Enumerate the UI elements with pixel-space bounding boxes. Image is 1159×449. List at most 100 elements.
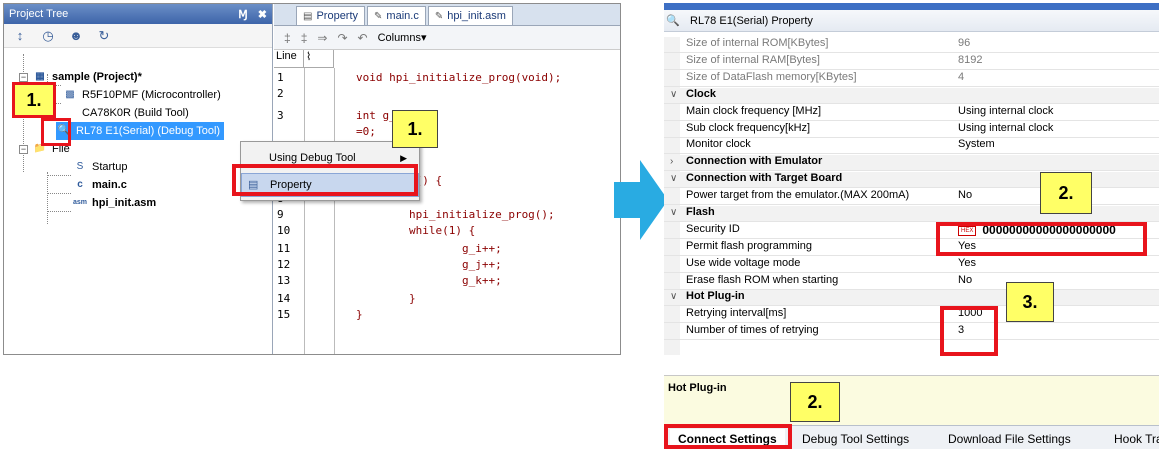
tree-item-microcontroller[interactable]: ▩ R5F10PMF (Microcontroller) (62, 86, 221, 104)
code-line: 1 void hpi_initialize_prog(void); (274, 71, 620, 85)
project-tree-toolbar: ↕ ◷ ☻ ↻ (4, 24, 272, 48)
code-line: 9 hpi_initialize_prog(); (274, 208, 620, 222)
line-number: 3 (277, 109, 284, 122)
chevron-down-icon[interactable]: ∨ (670, 207, 677, 218)
code-text: hpi_initialize_prog(); (356, 208, 555, 221)
undo-icon[interactable]: ↶ (358, 31, 368, 45)
property-value[interactable]: No (958, 189, 972, 201)
description-panel: Hot Plug-in (664, 375, 1159, 425)
tree-item-label: main.c (92, 179, 127, 191)
property-value[interactable]: Yes (958, 257, 976, 269)
tree-expander[interactable]: − (19, 73, 28, 82)
pin-icon[interactable]: Ɱ (238, 8, 248, 21)
property-value[interactable]: Using internal clock (958, 105, 1053, 117)
code-text: =0; (356, 125, 376, 138)
tab-debug-tool-settings[interactable]: Debug Tool Settings (794, 429, 917, 449)
editor-toolbar: ‡ ‡ ⇒ ↷ ↶ Columns▾ (274, 26, 620, 50)
code-text: g_k++; (356, 274, 502, 287)
line-number: 1 (277, 71, 284, 84)
property-category[interactable]: ∨ Hot Plug-in (664, 290, 1159, 306)
tab-label: Property (316, 10, 359, 22)
tab-hook-transaction-settings[interactable]: Hook Tra (1106, 429, 1159, 449)
chevron-down-icon[interactable]: ∨ (670, 89, 677, 100)
user-icon[interactable]: ☻ (68, 28, 84, 43)
property-row[interactable]: Use wide voltage mode Yes (664, 257, 1159, 273)
property-value[interactable]: System (958, 138, 995, 150)
tree-item-startup[interactable]: S Startup (72, 158, 128, 176)
property-row[interactable]: Size of DataFlash memory[KBytes] 4 (664, 71, 1159, 87)
property-row[interactable]: Size of internal RAM[Bytes] 8192 (664, 54, 1159, 70)
tree-expander[interactable]: − (19, 145, 28, 154)
highlight-property-menu (232, 164, 418, 196)
tab-main-c[interactable]: ✎ main.c (367, 6, 426, 25)
project-tree-header: Project Tree Ɱ ✖ (4, 4, 272, 24)
tree-item-label: CA78K0R (Build Tool) (82, 107, 189, 119)
property-name: Use wide voltage mode (686, 257, 801, 269)
property-value[interactable]: 96 (958, 37, 970, 49)
property-row[interactable]: Main clock frequency [MHz] Using internal… (664, 105, 1159, 121)
tree-item-hpi-init-asm[interactable]: asm hpi_init.asm (72, 194, 156, 212)
columns-dropdown[interactable]: Columns▾ (378, 31, 427, 44)
tree-item-main-c[interactable]: c main.c (72, 176, 127, 194)
code-text: int g_ (356, 109, 396, 122)
property-row[interactable]: Size of internal ROM[KBytes] 96 (664, 37, 1159, 53)
tree-item-label: R5F10PMF (Microcontroller) (82, 89, 221, 101)
redo-icon[interactable]: ↷ (337, 31, 347, 45)
property-category[interactable]: › Connection with Emulator (664, 155, 1159, 171)
code-line: =0; (274, 125, 620, 139)
panel-title-bar (664, 3, 1159, 10)
tree-item-debug-tool[interactable]: 🔍 RL78 E1(Serial) (Debug Tool) (56, 122, 225, 140)
tab-property[interactable]: ▤ Property (296, 6, 366, 25)
property-name: Power target from the emulator.(MAX 200m… (686, 189, 910, 201)
property-row[interactable]: Monitor clock System (664, 138, 1159, 154)
code-line: 12 g_j++; (274, 258, 620, 272)
bookmark-icon[interactable]: ‡ (284, 31, 291, 45)
callout-step-2: 2. (790, 382, 840, 422)
chevron-down-icon[interactable]: ∨ (670, 173, 677, 184)
property-row[interactable]: Erase flash ROM when starting No (664, 274, 1159, 290)
property-value[interactable]: Using internal clock (958, 122, 1053, 134)
forward-icon[interactable]: ⇒ (317, 31, 327, 45)
tree-item-label: Startup (92, 161, 128, 173)
close-icon[interactable]: ✖ (258, 8, 267, 21)
clock-icon[interactable]: ◷ (40, 28, 56, 44)
line-number: 14 (277, 292, 291, 305)
code-text: while(1) { (356, 224, 476, 237)
property-row[interactable]: Sub clock frequency[kHz] Using internal c… (664, 122, 1159, 138)
project-tree-list: − ▦ sample (Project)* ▩ R5F10PMF (Microc… (4, 48, 272, 224)
refresh-icon[interactable]: ↻ (96, 28, 112, 44)
property-category[interactable]: ∨ Clock (664, 88, 1159, 104)
line-number: 10 (277, 224, 291, 237)
property-name: Permit flash programming (686, 240, 812, 252)
property-panel-header: 🔍 RL78 E1(Serial) Property (664, 10, 1159, 32)
property-name: Retrying interval[ms] (686, 307, 787, 319)
property-name: Monitor clock (686, 138, 751, 150)
callout-step-1: 1. (12, 82, 56, 118)
line-number: 11 (277, 242, 291, 255)
property-row[interactable]: Number of times of retrying 3 (664, 324, 1159, 340)
tab-download-file-settings[interactable]: Download File Settings (940, 429, 1079, 449)
tree-item-build-tool[interactable]: CA78K0R (Build Tool) (62, 104, 189, 122)
chevron-right-icon[interactable]: › (670, 156, 673, 167)
code-text: } (356, 308, 363, 321)
tab-label: main.c (386, 10, 419, 22)
property-row[interactable]: Retrying interval[ms] 1000 (664, 307, 1159, 323)
code-text: } (356, 292, 416, 305)
asm-file-icon: asm (72, 199, 87, 206)
property-value[interactable]: 4 (958, 71, 964, 83)
property-value[interactable]: No (958, 274, 972, 286)
callout-step-3: 3. (1006, 282, 1054, 322)
debug-tool-icon: 🔍 (666, 15, 680, 27)
highlight-hot-plugin-values (940, 306, 998, 356)
chevron-down-icon[interactable]: ∨ (670, 291, 677, 302)
c-file-icon: c (77, 179, 83, 190)
property-name: Flash (686, 206, 715, 218)
sort-icon[interactable]: ↕ (12, 28, 28, 43)
bookmark-next-icon[interactable]: ‡ (301, 31, 308, 45)
tab-hpi-init-asm[interactable]: ✎ hpi_init.asm (427, 6, 513, 25)
property-value[interactable]: 8192 (958, 54, 982, 66)
startup-folder-icon: S (76, 161, 84, 172)
property-name: Number of times of retrying (686, 324, 819, 336)
tab-label: hpi_init.asm (447, 10, 506, 22)
property-name: Erase flash ROM when starting (686, 274, 839, 286)
